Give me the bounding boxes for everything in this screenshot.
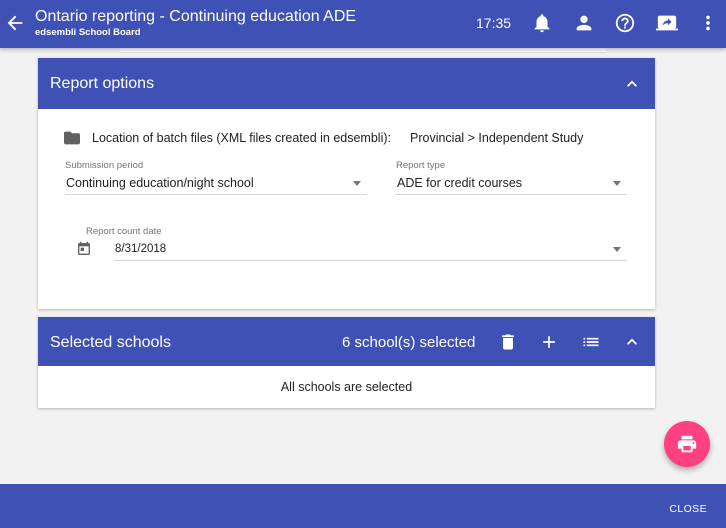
clock-time: 17:35 [476, 15, 512, 31]
location-value[interactable]: Provincial > Independent Study [410, 131, 583, 145]
dropdown-arrow-icon [353, 181, 361, 186]
submission-period-label: Submission period [65, 160, 144, 171]
page-title: Ontario reporting - Continuing education… [35, 8, 357, 25]
top-app-bar: Ontario reporting - Continuing education… [0, 0, 726, 48]
delete-icon[interactable] [498, 332, 518, 352]
report-type-select[interactable]: ADE for credit courses [396, 173, 627, 195]
bottom-bar: CLOSE [0, 484, 726, 528]
bell-icon[interactable] [531, 12, 553, 34]
chevron-up-icon[interactable] [622, 74, 642, 94]
more-vert-icon[interactable] [697, 12, 719, 34]
selected-count: 6 school(s) selected [342, 334, 476, 351]
submission-period-value: Continuing education/night school [66, 176, 254, 190]
selected-schools-title: Selected schools [50, 334, 171, 351]
screen-share-icon[interactable] [656, 12, 678, 34]
report-count-date-label: Report count date [86, 226, 162, 237]
report-type-value: ADE for credit courses [397, 176, 523, 190]
submission-period-select[interactable]: Continuing education/night school [65, 173, 367, 195]
calendar-icon[interactable] [76, 241, 92, 257]
page-subtitle: edsembli School Board [35, 27, 141, 38]
report-type-label: Report type [396, 160, 446, 171]
report-count-date-value: 8/31/2018 [115, 243, 167, 255]
print-button[interactable] [664, 421, 710, 467]
report-options-card: Report options Location of batch files (… [38, 58, 655, 309]
chevron-up-icon[interactable] [622, 332, 642, 352]
report-count-date-input[interactable]: 8/31/2018 [114, 239, 627, 261]
location-label: Location of batch files (XML files creat… [92, 131, 391, 145]
close-button[interactable]: CLOSE [669, 503, 707, 515]
schools-note: All schools are selected [280, 380, 413, 394]
selected-schools-header[interactable]: Selected schools 6 school(s) selected [38, 317, 655, 366]
person-icon[interactable] [573, 12, 595, 34]
list-icon[interactable] [581, 332, 601, 352]
folder-icon [64, 131, 80, 145]
dropdown-arrow-icon [613, 181, 621, 186]
report-options-title: Report options [50, 75, 155, 92]
content-strip [120, 48, 606, 53]
report-options-header[interactable]: Report options [38, 58, 655, 109]
back-arrow-icon[interactable] [4, 12, 26, 34]
dropdown-arrow-icon [613, 247, 621, 252]
selected-schools-card: Selected schools 6 school(s) selected Al… [38, 317, 655, 408]
help-icon[interactable] [614, 12, 636, 34]
print-icon [677, 435, 697, 453]
add-icon[interactable] [539, 332, 559, 352]
